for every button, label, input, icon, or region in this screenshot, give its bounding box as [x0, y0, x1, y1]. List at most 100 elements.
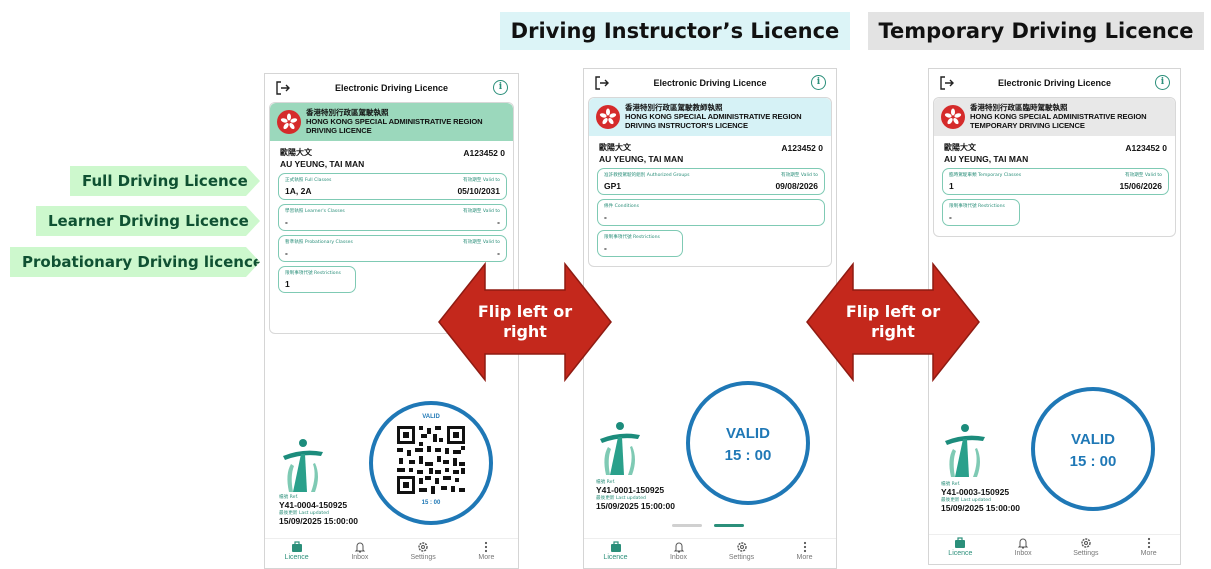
valid-to-label: 有效期至 Valid to — [463, 209, 500, 214]
nav-licence[interactable]: Licence — [584, 539, 647, 568]
probationary-licence-callout: Probationary Driving licence — [10, 247, 260, 277]
flip-label-line1: Flip left or — [477, 302, 573, 321]
ref-number: Y41-0001-150925 — [596, 485, 665, 495]
nav-more-label: More — [478, 554, 495, 561]
holder-info: 歐陽大文 AU YEUNG, TAI MAN A123452 0 — [270, 141, 513, 169]
field-value: - — [949, 212, 952, 222]
field-value: 1 — [285, 279, 290, 289]
valid-to-label: 有效期至 Valid to — [781, 173, 818, 178]
valid-to-value: - — [497, 217, 500, 227]
nav-inbox-label: Inbox — [669, 554, 688, 561]
licence-number: A123452 0 — [1125, 143, 1167, 153]
nav-licence-label: Licence — [948, 550, 973, 557]
holder-name-en: AU YEUNG, TAI MAN — [599, 154, 684, 164]
gear-icon — [736, 542, 747, 552]
info-icon[interactable]: i — [1155, 75, 1170, 90]
licence-icon — [291, 541, 302, 552]
nav-licence[interactable]: Licence — [929, 535, 992, 564]
qr-status-circle[interactable]: VALID 15 : 00 — [369, 401, 493, 525]
nav-more[interactable]: More — [455, 539, 518, 568]
holder-name-en: AU YEUNG, TAI MAN — [280, 159, 365, 169]
temporary-licence-heading: Temporary Driving Licence — [868, 12, 1204, 50]
app-title: Electronic Driving Licence — [997, 78, 1112, 88]
nav-inbox-label: Inbox — [351, 554, 369, 561]
licence-card: 香港特別行政區臨時駕駛執照 HONG KONG SPECIAL ADMINIST… — [933, 97, 1176, 237]
nav-inbox-label: Inbox — [1014, 550, 1032, 557]
nav-settings[interactable]: Settings — [710, 539, 773, 568]
qr-code — [395, 424, 467, 496]
page-indicator-inactive — [672, 524, 702, 527]
nav-settings[interactable]: Settings — [392, 539, 455, 568]
info-icon[interactable]: i — [493, 80, 508, 95]
hksar-emblem-icon — [941, 105, 965, 129]
transport-department-logo — [945, 424, 985, 477]
status-time: 15 : 00 — [1069, 453, 1117, 470]
last-updated-value: 15/09/2025 15:00:00 — [941, 503, 1020, 513]
field-label: 限制事項代號 Restrictions — [285, 271, 341, 276]
app-title: Electronic Driving Licence — [653, 78, 767, 88]
full-licence-callout: Full Driving Licence — [70, 166, 260, 196]
flip-label-line2: right — [503, 322, 547, 341]
holder-info: 歐陽大文 AU YEUNG, TAI MAN A123452 0 — [589, 136, 831, 164]
flip-arrow-label: Flip left or right — [470, 302, 580, 342]
nav-more-label: More — [1140, 550, 1157, 557]
valid-to-label: 有效期至 Valid to — [1125, 173, 1162, 178]
probationary-classes-field: 暫準執照 Probationary Classes - 有效期至 Valid t… — [278, 235, 507, 262]
valid-to-value: 09/08/2026 — [775, 181, 818, 191]
app-bar: Electronic Driving Licence i — [265, 74, 518, 102]
nav-settings[interactable]: Settings — [1055, 535, 1118, 564]
app-title: Electronic Driving Licence — [334, 83, 449, 93]
authority-cn: 香港特別行政區駕駛執照 — [306, 108, 389, 117]
field-label: 條件 Conditions — [604, 204, 639, 209]
bottom-nav: Licence Inbox Settings More — [584, 538, 836, 568]
nav-inbox[interactable]: Inbox — [992, 535, 1055, 564]
last-updated-value: 15/09/2025 15:00:00 — [279, 516, 358, 526]
learner-classes-field: 學習執照 Learner's Classes - 有效期至 Valid to - — [278, 204, 507, 231]
bell-icon — [1017, 538, 1029, 549]
nav-more[interactable]: More — [1117, 535, 1180, 564]
status-text: VALID — [726, 425, 770, 442]
page-indicator-active — [714, 524, 744, 527]
bottom-nav: Licence Inbox Settings More — [929, 534, 1180, 564]
authority-cn: 香港特別行政區臨時駕駛執照 — [970, 103, 1068, 112]
more-vertical-icon — [803, 541, 806, 553]
valid-to-value: 05/10/2031 — [457, 186, 500, 196]
field-label: 限制事項代號 Restrictions — [604, 235, 660, 240]
transport-department-logo — [600, 422, 640, 475]
last-updated-value: 15/09/2025 15:00:00 — [596, 501, 675, 511]
hksar-emblem-icon — [277, 110, 301, 134]
conditions-field: 條件 Conditions - — [597, 199, 825, 226]
more-vertical-icon — [1147, 537, 1150, 549]
licence-icon — [955, 537, 966, 548]
nav-inbox[interactable]: Inbox — [647, 539, 710, 568]
instructor-licence-heading: Driving Instructor’s Licence — [500, 12, 850, 50]
reference-block: 檔號 Ref. Y41-0001-150925 最後更新 Last update… — [596, 479, 675, 511]
field-label: 限制事項代號 Restrictions — [949, 204, 1005, 209]
valid-to-value: 15/06/2026 — [1119, 181, 1162, 191]
status-circle[interactable]: VALID 15 : 00 — [686, 381, 810, 505]
status-circle[interactable]: VALID 15 : 00 — [1031, 387, 1155, 511]
nav-more[interactable]: More — [773, 539, 836, 568]
authority-cn: 香港特別行政區駕駛教師執照 — [625, 103, 723, 112]
licence-number: A123452 0 — [463, 148, 505, 158]
nav-licence[interactable]: Licence — [265, 539, 328, 568]
app-bar: Electronic Driving Licence i — [929, 69, 1180, 97]
status-text: VALID — [422, 414, 440, 420]
bottom-nav: Licence Inbox Settings More — [265, 538, 518, 568]
restrictions-field: 限制事項代號 Restrictions - — [942, 199, 1020, 226]
info-icon[interactable]: i — [811, 75, 826, 90]
authority-en: HONG KONG SPECIAL ADMINISTRATIVE REGION — [970, 112, 1147, 121]
learner-licence-callout: Learner Driving Licence — [36, 206, 260, 236]
licence-header-band: 香港特別行政區駕駛執照 HONG KONG SPECIAL ADMINISTRA… — [270, 103, 513, 141]
nav-settings-label: Settings — [410, 554, 436, 561]
reference-block: 檔號 Ref. Y41-0003-150925 最後更新 Last update… — [941, 481, 1020, 513]
licence-type: TEMPORARY DRIVING LICENCE — [970, 121, 1085, 130]
nav-inbox[interactable]: Inbox — [328, 539, 391, 568]
licence-header-band: 香港特別行政區臨時駕駛執照 HONG KONG SPECIAL ADMINIST… — [934, 98, 1175, 136]
field-value: - — [604, 212, 607, 222]
valid-to-label: 有效期至 Valid to — [463, 178, 500, 183]
gear-icon — [1081, 538, 1091, 548]
nav-settings-label: Settings — [728, 554, 755, 561]
ref-number: Y41-0003-150925 — [941, 487, 1010, 497]
holder-name-en: AU YEUNG, TAI MAN — [944, 154, 1029, 164]
